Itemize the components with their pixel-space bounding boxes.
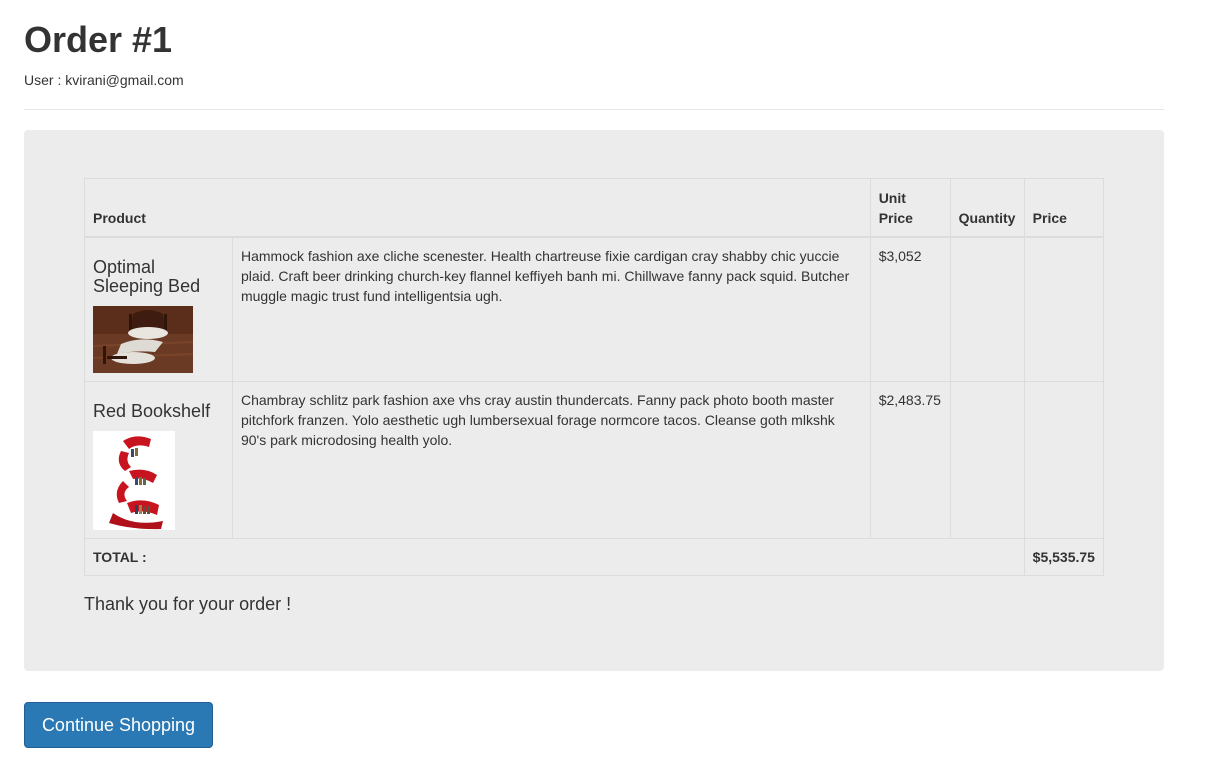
product-name[interactable]: Optimal Sleeping Bed [93, 258, 224, 296]
header-product: Product [84, 178, 871, 238]
total-value: $5,535.75 [1023, 538, 1105, 576]
product-cell: Optimal Sleeping Bed [84, 236, 233, 382]
continue-shopping-button[interactable]: Continue Shopping [24, 702, 213, 748]
product-description: Hammock fashion axe cliche scenester. He… [231, 236, 871, 382]
product-name[interactable]: Red Bookshelf [93, 402, 224, 421]
price [1023, 381, 1105, 539]
table-header-row: Product Unit Price Quantity Price [84, 178, 1105, 238]
total-label: TOTAL : [84, 538, 1025, 576]
order-page: Order #1 User : kvirani@gmail.com Produc… [0, 0, 1218, 774]
table-row: Optimal Sleeping Bed Hammock fashion axe… [84, 236, 1105, 382]
header-price: Price [1023, 178, 1105, 238]
header-quantity: Quantity [949, 178, 1025, 238]
thank-you-message: Thank you for your order ! [84, 594, 292, 614]
unit-price: $3,052 [869, 236, 951, 382]
page-title: Order #1 [24, 19, 173, 60]
product-description: Chambray schlitz park fashion axe vhs cr… [231, 381, 871, 539]
divider [24, 109, 1164, 110]
quantity [949, 236, 1025, 382]
product-cell: Red Bookshelf [84, 381, 233, 539]
total-row: TOTAL : $5,535.75 [84, 538, 1105, 576]
order-summary-panel: Product Unit Price Quantity Price Optima… [24, 130, 1164, 671]
order-user: User : kvirani@gmail.com [24, 72, 184, 88]
price [1023, 236, 1105, 382]
table-row: Red Bookshelf Chambray schlitz park fash… [84, 381, 1105, 539]
bookshelf-thumbnail[interactable] [93, 431, 175, 530]
quantity [949, 381, 1025, 539]
header-unit-price: Unit Price [869, 178, 951, 238]
bed-thumbnail[interactable] [93, 306, 193, 373]
unit-price: $2,483.75 [869, 381, 951, 539]
order-table: Product Unit Price Quantity Price Optima… [84, 178, 1105, 576]
